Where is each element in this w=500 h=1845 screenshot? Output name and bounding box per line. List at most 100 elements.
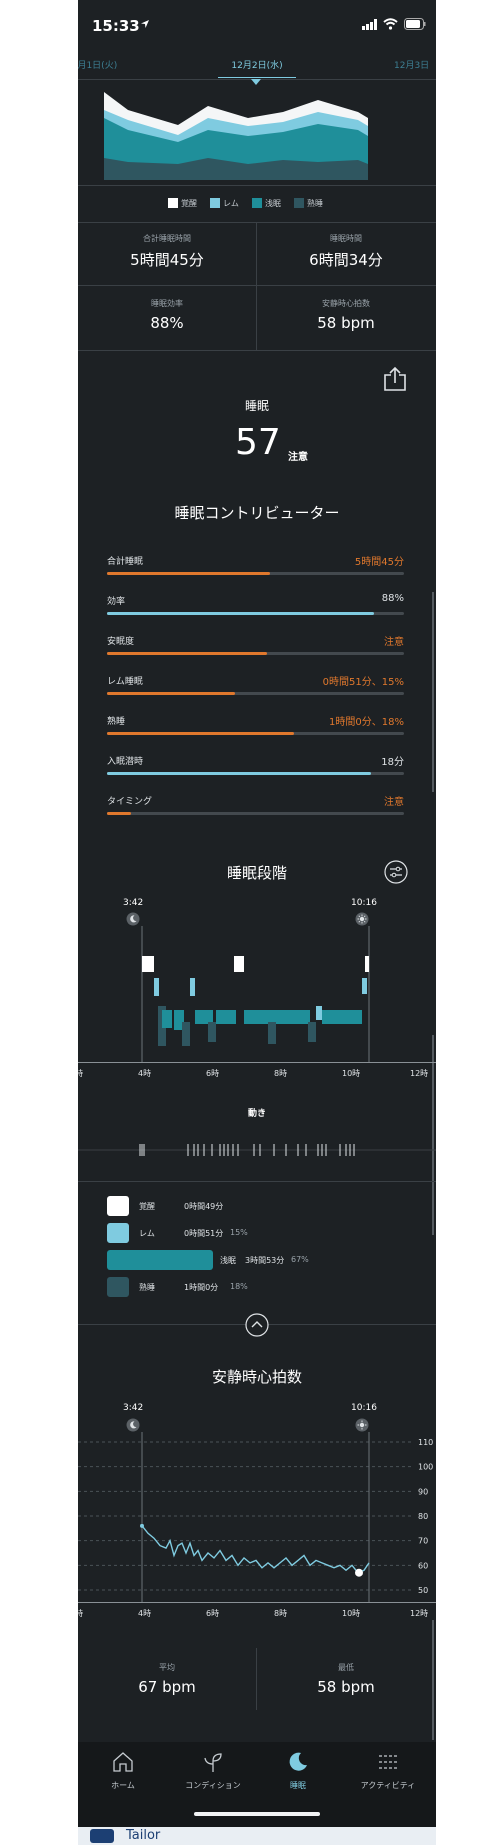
- hour-axis: 2時 4時 6時 8時 10時 12時: [78, 1608, 436, 1620]
- stage-breakdown: 覚醒 0時間49分 レム 0時間51分 15% 浅眠 3時間53分 67% 熟睡 1時間0分 18%: [107, 1196, 407, 1301]
- legend-swatch-light: [252, 198, 262, 208]
- battery-icon: [404, 18, 426, 30]
- breakdown-row: レム 0時間51分 15%: [107, 1223, 407, 1245]
- movement-title: 動き: [247, 1109, 266, 1119]
- tab-sleep[interactable]: 睡眠: [258, 1750, 338, 1791]
- segment-rem: [316, 1006, 322, 1020]
- segment-light: [280, 1010, 310, 1024]
- contributor-label: 効率: [107, 597, 126, 607]
- hr-minimum-label: 最低: [338, 1663, 354, 1672]
- divider: [78, 222, 436, 223]
- tab-label: コンディション: [185, 1781, 241, 1790]
- location-arrow-icon: [140, 19, 150, 29]
- contributor-label: 熟睡: [107, 717, 126, 727]
- hour-tick-label: 6時: [206, 1069, 220, 1078]
- breakdown-percent: 15%: [230, 1228, 248, 1237]
- contributors-list: 合計睡眠 5時間45分効率 88% 安眠度 注意レム睡眠 0時間51分、15% 熟睡 1時間0…: [107, 552, 404, 832]
- sleep-stages-title: 睡眠段階: [226, 864, 287, 882]
- hour-tick-label: 6時: [206, 1609, 220, 1618]
- date-prev[interactable]: 12月1日(火): [78, 58, 117, 71]
- app-icon: [90, 1829, 114, 1843]
- contributor-row[interactable]: タイミング 注意: [107, 792, 404, 828]
- scroll-indicator[interactable]: [432, 592, 434, 792]
- breakdown-label: 覚醒: [139, 1202, 155, 1211]
- segment-rem: [362, 978, 367, 994]
- chart-baseline: [78, 1062, 436, 1063]
- segment-awake: [142, 956, 154, 972]
- chart-baseline: [78, 1602, 436, 1603]
- hr-min-point: [355, 1568, 363, 1577]
- bedtime-label: 3:42: [123, 898, 144, 908]
- contributor-value: 88%: [381, 593, 404, 604]
- contributor-bar-fill: [107, 612, 374, 615]
- sliders-icon[interactable]: [384, 860, 408, 884]
- tab-activity[interactable]: アクティビティ: [340, 1750, 436, 1791]
- contributor-value: 18分: [381, 757, 404, 768]
- hour-tick-label: 10時: [342, 1069, 361, 1078]
- sun-icon: [355, 912, 369, 926]
- breakdown-duration: 3時間53分: [245, 1256, 285, 1265]
- legend-label-awake: 覚醒: [181, 199, 197, 208]
- segment-deep: [208, 1022, 216, 1042]
- contributor-value: 注意: [384, 797, 404, 808]
- hr-y-tick-label: 70: [418, 1537, 428, 1546]
- contributor-bar-track: [107, 812, 404, 815]
- collapse-chevron-up-icon[interactable]: [245, 1313, 269, 1337]
- breakdown-percent: 67%: [291, 1255, 309, 1264]
- segment-light: [216, 1010, 236, 1024]
- contributor-label: レム睡眠: [107, 677, 143, 687]
- segment-deep: [308, 1022, 316, 1042]
- stage-legend: 覚醒 レム 浅眠 熟睡: [168, 198, 428, 212]
- hr-average: 平均 67 bpm: [78, 1662, 256, 1696]
- weekly-sleep-area-chart: [104, 92, 368, 180]
- tab-condition[interactable]: コンディション: [158, 1750, 268, 1791]
- home-indicator: [194, 1812, 320, 1816]
- hr-y-tick-label: 100: [418, 1463, 433, 1472]
- tab-home[interactable]: ホーム: [78, 1750, 168, 1791]
- breakdown-swatch: [107, 1250, 213, 1270]
- hour-tick-label: 4時: [138, 1609, 152, 1618]
- app-screen: 15:33 12月1日(火) 12月2日(水) 12月3日 覚醒 レム: [78, 0, 436, 1827]
- tab-label: 睡眠: [290, 1781, 306, 1790]
- contributors-title: 睡眠コントリビューター: [174, 504, 340, 522]
- breakdown-duration: 0時間49分: [184, 1202, 224, 1211]
- hour-tick-label: 2時: [78, 1069, 84, 1078]
- date-navigator: 12月1日(火) 12月2日(水) 12月3日: [78, 50, 436, 80]
- hr-minimum: 最低 58 bpm: [256, 1662, 436, 1696]
- legend-label-deep: 熟睡: [307, 199, 323, 208]
- contributor-row[interactable]: 安眠度 注意: [107, 632, 404, 668]
- divider: [78, 185, 436, 186]
- segment-light: [322, 1010, 362, 1024]
- status-bar: 15:33: [78, 0, 436, 44]
- stat-value: 6時間34分: [309, 251, 383, 269]
- legend-swatch-awake: [168, 198, 178, 208]
- divider: [78, 350, 436, 351]
- sleep-score-value: 57: [235, 422, 281, 463]
- date-next[interactable]: 12月3日: [394, 58, 429, 71]
- contributor-row[interactable]: レム睡眠 0時間51分、15%: [107, 672, 404, 708]
- contributor-bar-fill: [107, 652, 267, 655]
- stat-value: 58 bpm: [317, 314, 375, 332]
- hr-average-label: 平均: [159, 1663, 175, 1672]
- hr-y-tick-label: 90: [418, 1487, 428, 1496]
- contributor-label: 合計睡眠: [107, 557, 144, 567]
- activity-icon: [376, 1750, 400, 1774]
- date-current[interactable]: 12月2日(水): [207, 58, 307, 71]
- contributor-bar-fill: [107, 812, 131, 815]
- moon-icon: [126, 912, 140, 926]
- contributor-row[interactable]: 効率 88%: [107, 592, 404, 628]
- contributor-value: 1時間0分、18%: [329, 717, 404, 728]
- breakdown-percent: 18%: [230, 1282, 248, 1291]
- tab-label: ホーム: [111, 1781, 135, 1790]
- hour-axis: 2時 4時 6時 8時 10時 12時: [78, 1068, 436, 1080]
- share-icon[interactable]: [383, 366, 407, 392]
- contributor-row[interactable]: 熟睡 1時間0分、18%: [107, 712, 404, 748]
- contributor-row[interactable]: 入眠潜時 18分: [107, 752, 404, 788]
- contributor-bar-fill: [107, 732, 294, 735]
- contributor-row[interactable]: 合計睡眠 5時間45分: [107, 552, 404, 588]
- contributor-bar-fill: [107, 692, 235, 695]
- sun-icon: [355, 1418, 369, 1432]
- hr-y-tick-label: 60: [418, 1561, 428, 1570]
- banner-text[interactable]: Tailor: [126, 1828, 160, 1843]
- stat-efficiency: 睡眠効率 88%: [78, 298, 256, 332]
